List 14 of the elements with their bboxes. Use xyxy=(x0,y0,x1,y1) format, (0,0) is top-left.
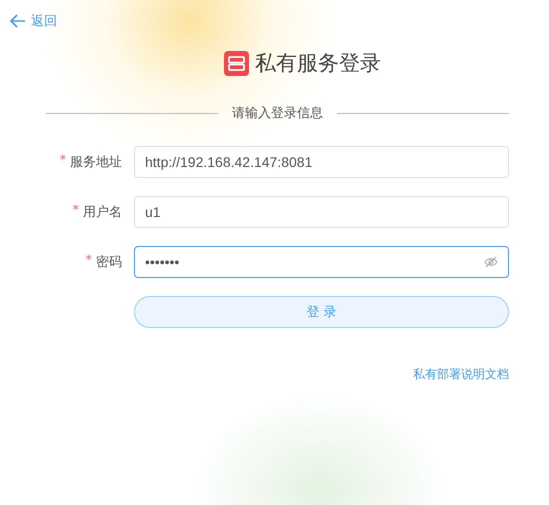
section-heading: 请输入登录信息 xyxy=(232,105,323,122)
back-arrow-icon xyxy=(10,14,26,28)
page-title: 私有服务登录 xyxy=(255,50,381,77)
eye-hidden-icon[interactable] xyxy=(484,256,498,268)
field-label: 服务地址 xyxy=(70,154,122,171)
input-field[interactable]: http://192.168.42.147:8081 xyxy=(134,146,509,178)
server-logo-icon xyxy=(224,50,249,76)
required-mark: * xyxy=(72,203,79,220)
input-field[interactable]: u1 xyxy=(134,196,509,228)
required-mark: * xyxy=(86,253,92,270)
field-label: 密码 xyxy=(96,254,122,271)
password-field[interactable]: ••••••• xyxy=(134,246,509,278)
field-label: 用户名 xyxy=(83,204,122,221)
required-mark: * xyxy=(60,153,66,170)
